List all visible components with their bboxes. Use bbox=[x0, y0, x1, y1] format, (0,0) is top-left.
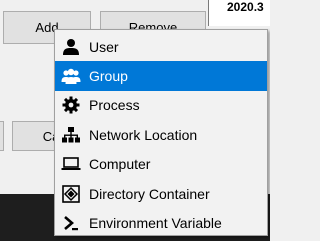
menu-item-label: User bbox=[89, 38, 119, 55]
menu-item-environment-variable[interactable]: Environment Variable bbox=[55, 208, 267, 237]
network-icon bbox=[61, 125, 81, 145]
menu-item-label: Network Location bbox=[89, 126, 198, 143]
group-icon bbox=[61, 66, 81, 86]
menu-item-label: Group bbox=[89, 68, 128, 85]
menu-item-network-location[interactable]: Network Location bbox=[55, 120, 267, 149]
menu-item-label: Directory Container bbox=[89, 185, 210, 202]
environment-variable-icon bbox=[61, 213, 81, 233]
gear-icon bbox=[61, 95, 81, 115]
computer-icon bbox=[61, 154, 81, 174]
menu-item-label: Computer bbox=[89, 156, 151, 173]
directory-container-icon bbox=[61, 184, 81, 204]
app-window: Add Remove Ca 2020.3 User Group Process … bbox=[0, 0, 270, 241]
user-icon bbox=[61, 37, 81, 57]
add-type-context-menu: User Group Process Network Location Comp… bbox=[54, 29, 268, 236]
menu-item-group[interactable]: Group bbox=[55, 61, 267, 91]
obscured-button-edge bbox=[0, 121, 4, 151]
menu-item-process[interactable]: Process bbox=[55, 91, 267, 120]
menu-item-directory-container[interactable]: Directory Container bbox=[55, 179, 267, 208]
menu-item-computer[interactable]: Computer bbox=[55, 150, 267, 179]
menu-item-label: Process bbox=[89, 97, 140, 114]
menu-item-label: Environment Variable bbox=[89, 215, 222, 232]
version-text: 2020.3 bbox=[227, 0, 264, 14]
menu-item-user[interactable]: User bbox=[55, 32, 267, 61]
